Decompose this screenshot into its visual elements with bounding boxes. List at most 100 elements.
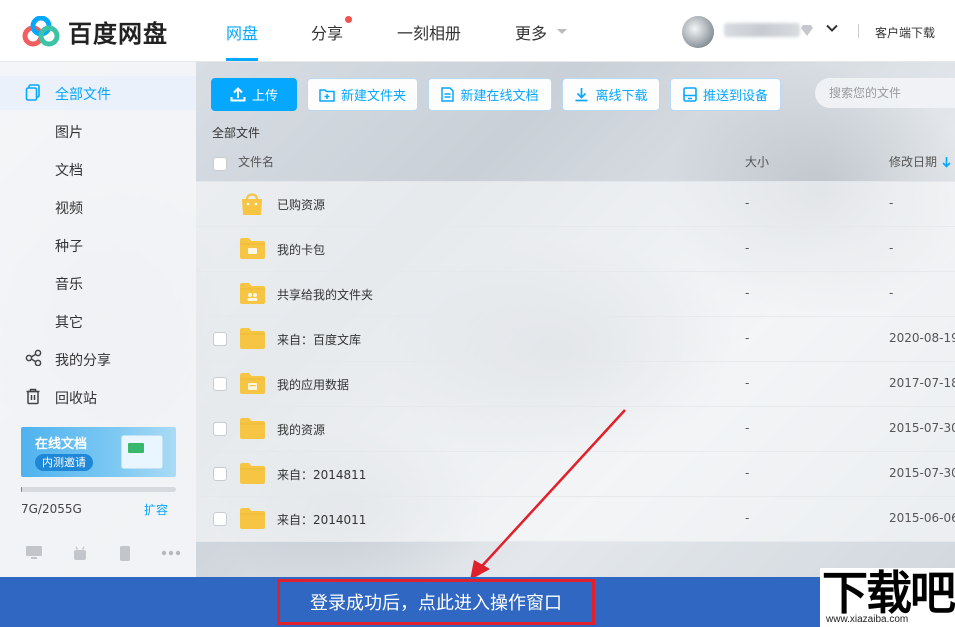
client-download-link[interactable]: 客户端下载 (875, 24, 935, 41)
table-row[interactable]: 共享给我的文件夹 - - (196, 272, 955, 317)
select-all-checkbox[interactable] (213, 157, 227, 171)
table-row[interactable]: 已购资源 - - (196, 182, 955, 227)
sort-arrow-down-icon[interactable] (942, 156, 951, 168)
trash-icon (26, 388, 40, 405)
sidebar-item-images[interactable]: 图片 (55, 122, 83, 142)
file-size: - (745, 331, 750, 345)
column-header-size[interactable]: 大小 (745, 142, 769, 182)
column-header-name[interactable]: 文件名 (238, 142, 274, 182)
document-illustration-icon (121, 435, 163, 469)
upload-button[interactable]: 上传 (211, 78, 297, 111)
promo-invite-button[interactable]: 内测邀请 (35, 454, 93, 471)
folder-icon (239, 507, 266, 534)
baidu-netdisk-logo[interactable]: 百度网盘 (22, 14, 168, 49)
file-modified-date: - (889, 241, 894, 255)
new-online-doc-label: 新建在线文档 (460, 89, 539, 104)
storage-quota-text: 7G/2055G (21, 502, 82, 516)
new-folder-button[interactable]: 新建文件夹 (307, 78, 418, 111)
more-chevron-down-icon[interactable] (556, 28, 568, 36)
row-checkbox[interactable] (213, 422, 227, 436)
table-row[interactable]: 我的应用数据 - 2017-07-18 (196, 362, 955, 407)
table-row[interactable]: 我的卡包 - - (196, 227, 955, 272)
push-to-device-label: 推送到设备 (702, 89, 768, 104)
table-row[interactable]: 来自：2014811 - 2015-07-30 (196, 452, 955, 497)
table-row[interactable]: 来自：百度文库 - 2020-08-19 (196, 317, 955, 362)
shopping-bag-folder-icon (239, 192, 265, 220)
sidebar-item-other[interactable]: 其它 (55, 312, 83, 332)
row-checkbox[interactable] (213, 377, 227, 391)
username-blurred[interactable] (724, 23, 800, 37)
android-icon[interactable] (72, 545, 88, 561)
file-copy-icon (25, 84, 40, 101)
folder-icon (239, 327, 266, 354)
new-folder-icon (319, 88, 335, 102)
sidebar-item-videos[interactable]: 视频 (55, 198, 83, 218)
file-name[interactable]: 我的卡包 (277, 241, 325, 258)
row-checkbox[interactable] (213, 512, 227, 526)
cloud-logo-icon (22, 15, 60, 46)
file-name[interactable]: 来自：百度文库 (277, 331, 361, 348)
file-size: - (745, 196, 750, 210)
breadcrumb[interactable]: 全部文件 (212, 124, 260, 141)
offline-download-button[interactable]: 离线下载 (562, 78, 660, 111)
sidebar-item-recycle-bin[interactable]: 回收站 (55, 388, 97, 408)
nav-netdisk[interactable]: 网盘 (226, 20, 258, 44)
file-name[interactable]: 我的资源 (277, 421, 325, 438)
enter-operation-window-button[interactable]: 登录成功后，点此进入操作窗口 (277, 579, 595, 625)
card-folder-icon (239, 237, 266, 264)
upload-label: 上传 (251, 89, 278, 104)
sidebar-item-music[interactable]: 音乐 (55, 274, 83, 294)
upload-icon (230, 87, 246, 102)
file-modified-date: 2017-07-18 (889, 376, 955, 390)
sidebar-item-documents[interactable]: 文档 (55, 160, 83, 180)
row-checkbox[interactable] (213, 332, 227, 346)
storage-quota-bar (21, 487, 176, 492)
file-name[interactable]: 来自：2014011 (277, 511, 366, 528)
search-input[interactable] (815, 78, 955, 108)
desktop-icon[interactable] (25, 545, 43, 561)
file-modified-date: 2015-07-30 (889, 421, 955, 435)
logo-text: 百度网盘 (68, 20, 168, 48)
push-to-device-button[interactable]: 推送到设备 (670, 78, 781, 111)
table-row[interactable]: 来自：2014011 - 2015-06-06 (196, 497, 955, 542)
folder-icon (239, 417, 266, 444)
column-header-modified[interactable]: 修改日期 (889, 142, 937, 182)
sidebar-item-torrents[interactable]: 种子 (55, 236, 83, 256)
expand-storage-link[interactable]: 扩容 (144, 501, 168, 518)
download-icon (575, 88, 588, 102)
watermark-url: www.xiazaiba.com (826, 614, 909, 625)
phone-icon[interactable] (119, 545, 131, 562)
file-size: - (745, 466, 750, 480)
file-modified-date: - (889, 196, 894, 210)
file-size: - (745, 286, 750, 300)
sidebar-item-all-files[interactable]: 全部文件 (55, 84, 111, 104)
file-name[interactable]: 我的应用数据 (277, 376, 349, 393)
nav-more[interactable]: 更多 (515, 20, 547, 44)
nav-active-underline (226, 58, 258, 61)
file-name[interactable]: 共享给我的文件夹 (277, 286, 373, 303)
share-icon (25, 349, 42, 366)
sidebar-item-my-shares[interactable]: 我的分享 (55, 350, 111, 370)
banner-text: 登录成功后，点此进入操作窗口 (310, 593, 562, 614)
shared-folder-icon (239, 282, 266, 309)
bottom-banner: 登录成功后，点此进入操作窗口 (0, 577, 955, 627)
nav-moments-album[interactable]: 一刻相册 (397, 20, 461, 44)
user-menu-chevron-down-icon[interactable] (826, 24, 838, 33)
vip-diamond-icon[interactable] (800, 24, 814, 37)
file-modified-date: 2015-07-30 (889, 466, 955, 480)
new-online-doc-button[interactable]: 新建在线文档 (428, 78, 552, 111)
more-icon[interactable] (161, 550, 181, 556)
storage-quota-fill (21, 487, 22, 492)
nav-share[interactable]: 分享 (311, 20, 343, 44)
watermark-logo: 下载吧 (822, 566, 955, 620)
avatar[interactable] (682, 16, 714, 48)
notification-dot (345, 16, 352, 23)
file-name[interactable]: 来自：2014811 (277, 466, 366, 483)
file-name[interactable]: 已购资源 (277, 196, 325, 213)
promo-title: 在线文档 (35, 437, 88, 452)
row-checkbox[interactable] (213, 467, 227, 481)
new-folder-label: 新建文件夹 (340, 89, 406, 104)
online-docs-promo-banner[interactable]: 在线文档 内测邀请 (21, 427, 176, 477)
table-row[interactable]: 我的资源 - 2015-07-30 (196, 407, 955, 452)
document-icon (441, 87, 455, 102)
